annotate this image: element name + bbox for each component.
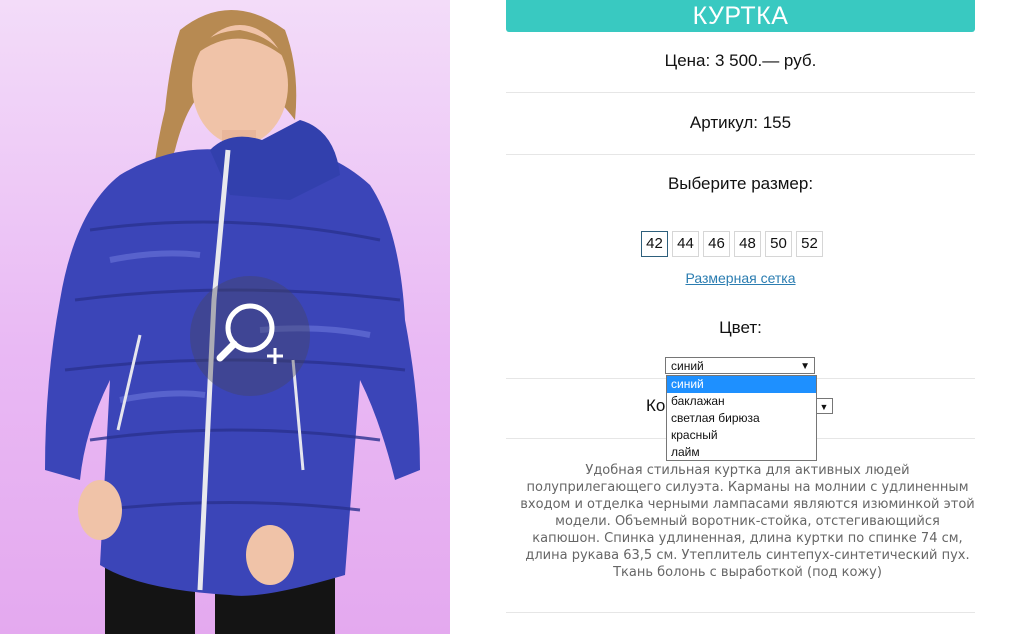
size-option-46[interactable]: 46	[703, 231, 730, 257]
size-option-50[interactable]: 50	[765, 231, 792, 257]
color-option-eggplant[interactable]: баклажан	[667, 393, 816, 410]
color-option-light-turquoise[interactable]: светлая бирюза	[667, 410, 816, 427]
color-select-value: синий	[671, 359, 704, 373]
quantity-select[interactable]: ▼	[815, 398, 833, 414]
color-label: Цвет:	[719, 318, 762, 337]
zoom-button[interactable]	[190, 276, 310, 396]
size-prompt: Выберите размер:	[667, 174, 814, 193]
size-selector: 42 44 46 48 50 52	[641, 231, 823, 257]
product-title: КУРТКА	[506, 0, 975, 32]
color-select[interactable]: синий ▼	[665, 357, 815, 374]
quantity-label: Ко	[646, 396, 666, 415]
size-option-42[interactable]: 42	[641, 231, 668, 257]
divider	[506, 92, 975, 93]
chevron-down-icon: ▼	[819, 402, 829, 412]
product-description: Удобная стильная куртка для активных люд…	[520, 463, 975, 580]
price: Цена: 3 500.— руб.	[664, 51, 817, 70]
size-option-48[interactable]: 48	[734, 231, 761, 257]
divider	[506, 612, 975, 613]
size-chart-link[interactable]: Размерная сетка	[506, 270, 975, 286]
magnifier-plus-icon	[216, 303, 283, 364]
divider	[506, 154, 975, 155]
chevron-down-icon: ▼	[800, 361, 810, 372]
color-dropdown-list: синий баклажан светлая бирюза красный ла…	[666, 375, 817, 461]
article-number: Артикул: 155	[689, 113, 792, 132]
color-option-lime[interactable]: лайм	[667, 444, 816, 461]
size-option-44[interactable]: 44	[672, 231, 699, 257]
product-image[interactable]	[0, 0, 450, 634]
size-option-52[interactable]: 52	[796, 231, 823, 257]
color-option-blue[interactable]: синий	[667, 376, 816, 393]
color-option-red[interactable]: красный	[667, 427, 816, 444]
